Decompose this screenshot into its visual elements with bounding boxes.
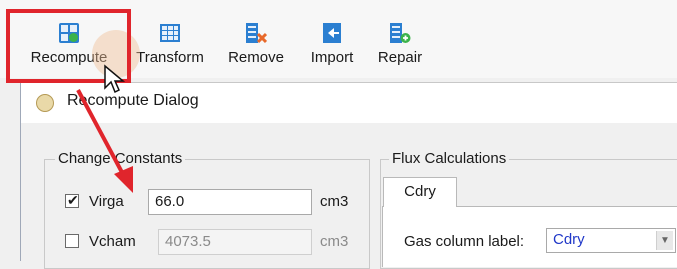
repair-icon [390,23,411,43]
transform-label: Transform [136,49,204,66]
import-icon [323,23,341,43]
virga-unit: cm3 [320,193,349,210]
dialog-icon [36,94,54,112]
gas-column-value: Cdry [553,231,585,248]
import-label: Import [310,49,354,66]
remove-button[interactable]: Remove [222,18,290,74]
change-constants-title: Change Constants [55,150,186,167]
repair-button[interactable]: Repair [372,18,428,74]
vcham-label: Vcham [89,233,136,250]
transform-icon [160,24,180,42]
checkmark-icon: ✔ [67,192,79,208]
vcham-checkbox[interactable] [65,234,79,248]
virga-input[interactable]: 66.0 [148,189,312,215]
flux-calculations-title: Flux Calculations [389,150,510,167]
virga-label: Virga [89,193,124,210]
transform-button[interactable]: Transform [128,18,212,74]
mouse-cursor-icon [104,64,126,94]
chevron-down-icon[interactable]: ▼ [656,231,673,250]
dialog-title: Recompute Dialog [67,92,199,109]
repair-label: Repair [377,49,423,66]
remove-label: Remove [228,49,284,66]
tab-cdry[interactable]: Cdry [383,177,457,207]
vcham-unit: cm3 [320,233,349,250]
import-button[interactable]: Import [302,18,362,74]
vcham-input[interactable]: 4073.5 [158,229,312,255]
gas-column-select[interactable]: Cdry ▼ [546,228,676,253]
gas-column-label: Gas column label: [404,233,525,250]
remove-icon [246,23,267,44]
virga-checkbox[interactable]: ✔ [65,192,79,208]
